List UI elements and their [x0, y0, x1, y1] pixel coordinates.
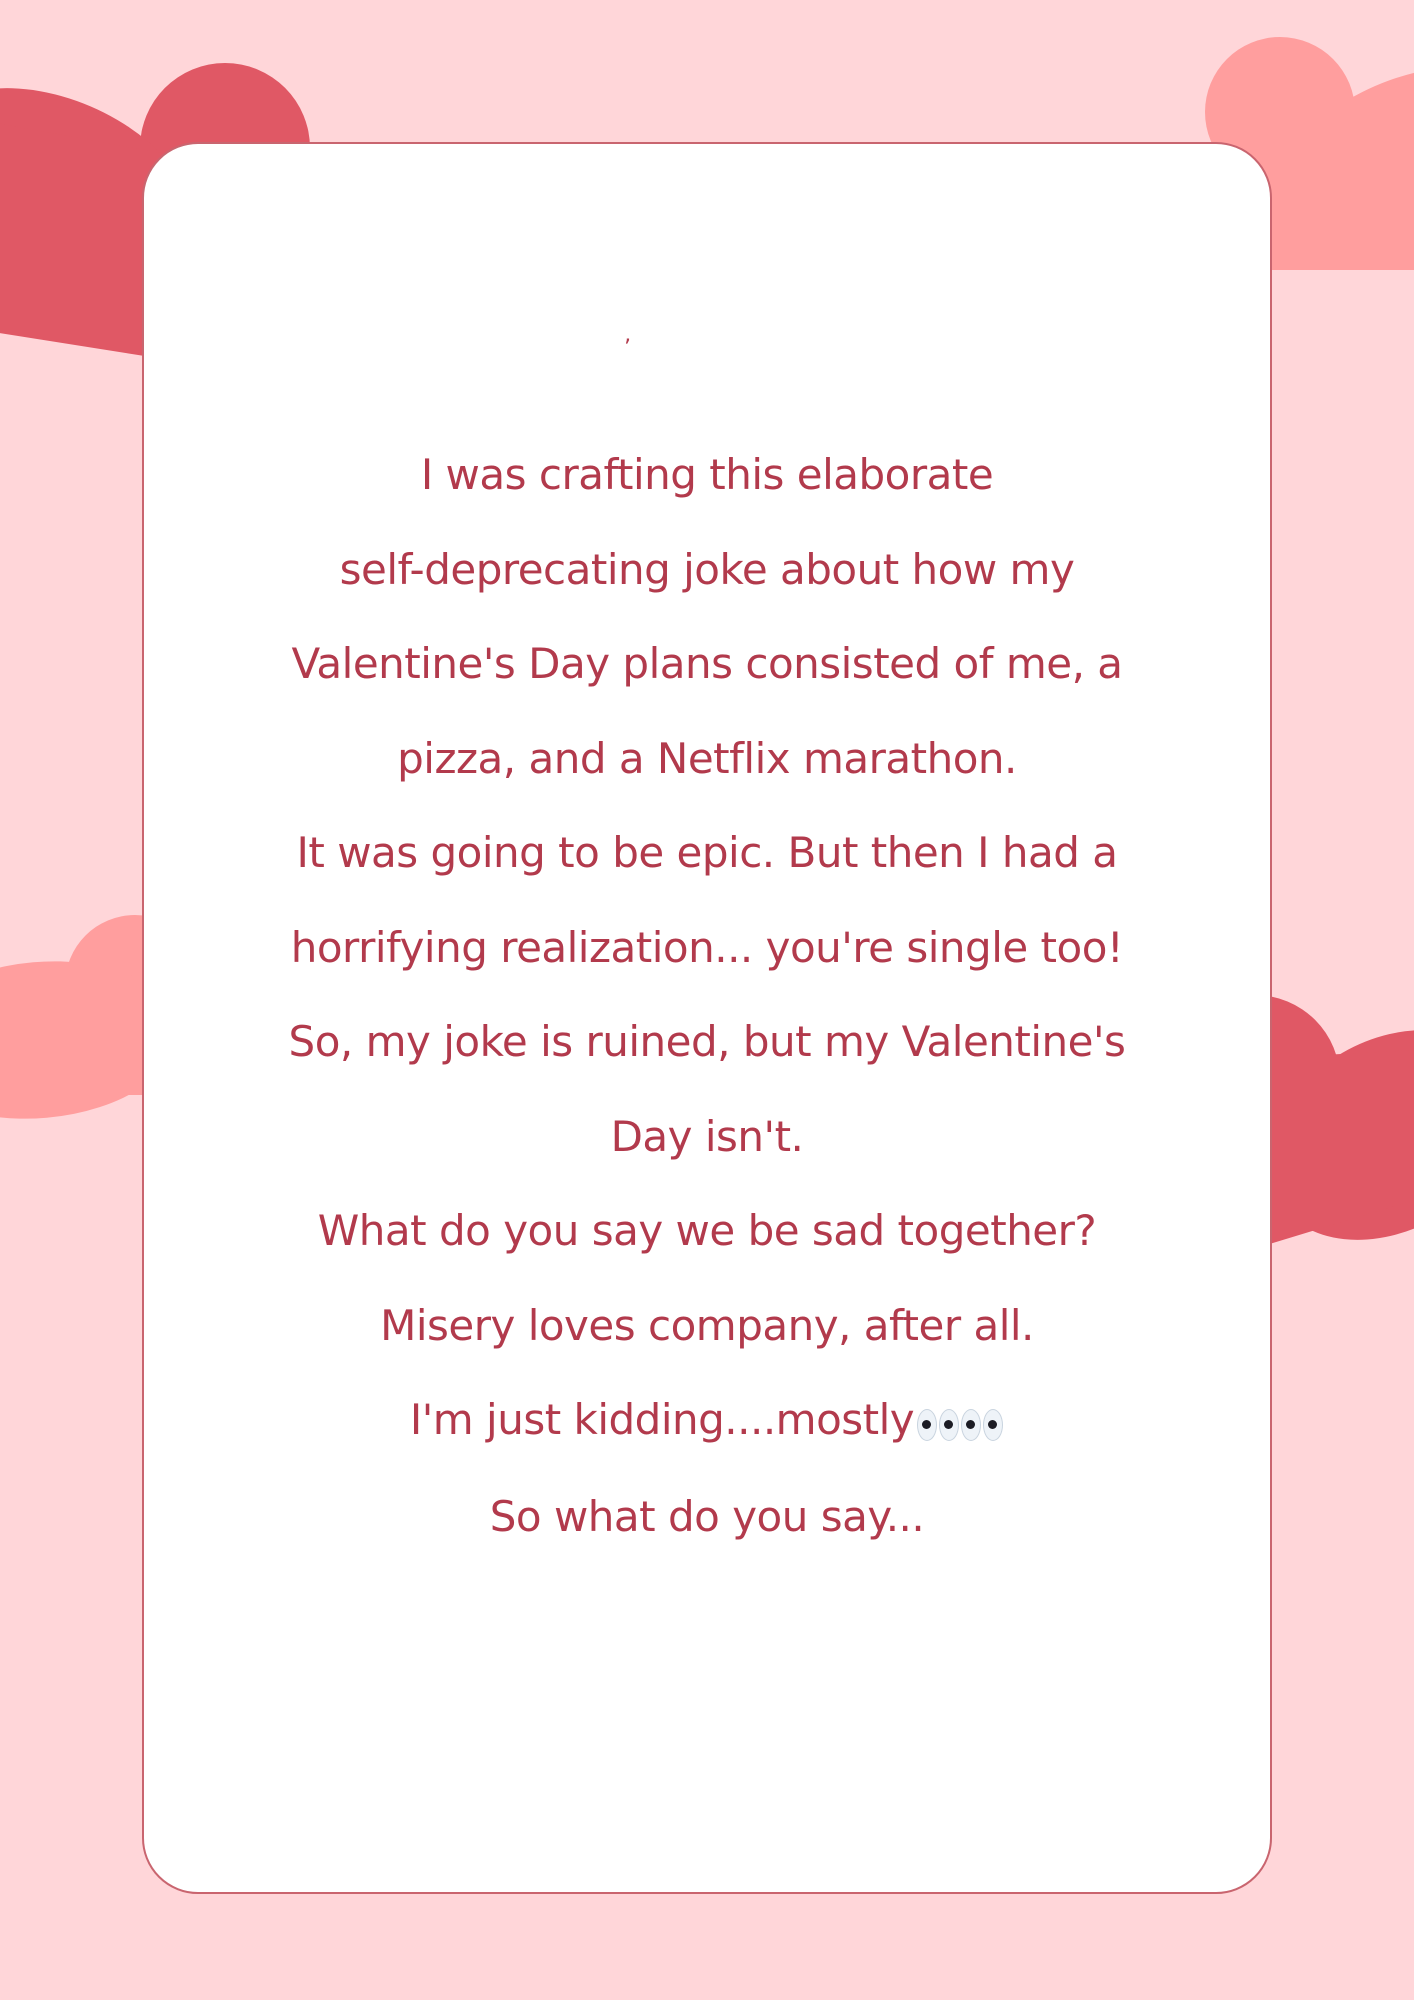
message-line: It was going to be epic. But then I had … — [296, 828, 1119, 877]
message-line: Day isn't. — [610, 1111, 804, 1161]
message-line: horrifying realization... you're single … — [290, 922, 1124, 972]
message-line: Misery loves company, after all. — [380, 1300, 1034, 1350]
message-line: I was crafting this elaborate — [420, 450, 994, 499]
message-line: So, my joke is ruined, but my Valentine'… — [288, 1017, 1126, 1066]
eyes-icon — [916, 1375, 1004, 1470]
message-line: So what do you say... — [489, 1491, 925, 1541]
message-text: I was crafting this elaborate self-depre… — [182, 428, 1232, 1564]
tick-mark: ’ — [624, 336, 631, 361]
message-line: self-deprecating joke about how my — [339, 544, 1075, 594]
message-line: Valentine's Day plans consisted of me, a — [291, 639, 1123, 688]
message-line: What do you say we be sad together? — [317, 1206, 1097, 1255]
message-line-with-emoji: I'm just kidding....mostly — [182, 1373, 1232, 1470]
message-line: pizza, and a Netflix marathon. — [397, 733, 1017, 783]
message-line: I'm just kidding....mostly — [409, 1395, 915, 1444]
